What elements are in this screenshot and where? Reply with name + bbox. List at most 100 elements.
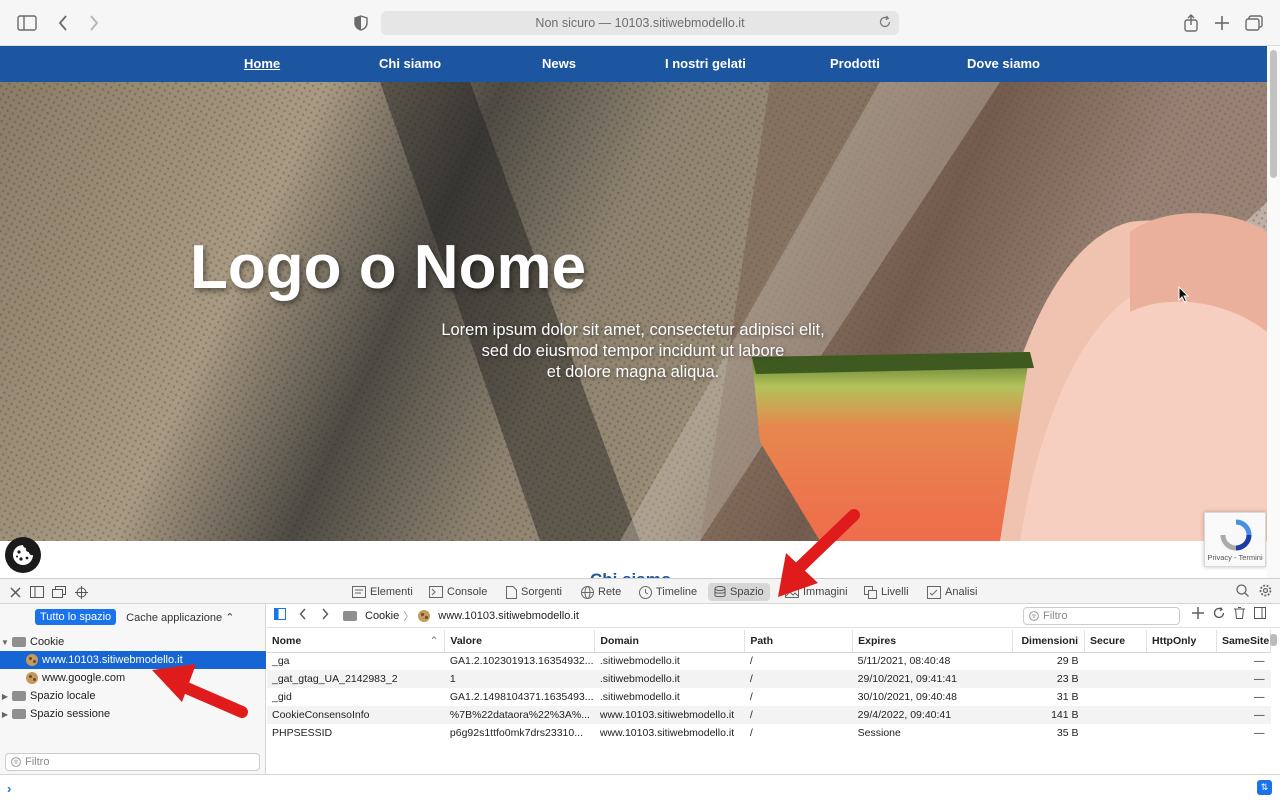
recaptcha-badge[interactable]: Privacy - Termini [1204,512,1266,567]
delete-icon[interactable] [1234,607,1245,622]
tab-rete[interactable]: Rete [575,583,627,601]
table-row[interactable]: _gid GA1.2.1498104371.1635493... .sitiwe… [267,688,1271,706]
cell-path: / [744,670,853,688]
table-row[interactable]: _gat_gtag_UA_2142983_2 1 .sitiwebmodello… [267,670,1271,688]
reload-icon[interactable] [878,15,892,32]
tab-label: Elementi [370,586,413,598]
table-row[interactable]: _ga GA1.2.102301913.16354932... .sitiweb… [267,652,1271,670]
tab-label: Sorgenti [521,586,562,598]
table-row[interactable]: CookieConsensoInfo %7B%22dataora%22%3A%.… [267,706,1271,724]
address-bar[interactable]: Non sicuro — 10103.sitiwebmodello.it [381,11,899,35]
tab-timeline[interactable]: Timeline [633,583,703,601]
all-storage-toggle[interactable]: Tutto lo spazio [35,609,117,625]
column-header-expires[interactable]: Expires [852,630,1014,653]
storage-icon [714,586,726,598]
nav-dove-siamo[interactable]: Dove siamo [967,56,1040,71]
hero-subtitle-line: Lorem ipsum dolor sit amet, consectetur … [441,321,825,339]
tab-label: Livelli [881,586,909,598]
scrollbar-thumb[interactable] [1270,50,1277,178]
cell-name: _gid [272,691,292,703]
console-prompt-bar[interactable]: › ⇅ [0,774,1280,800]
cell-expires: 30/10/2021, 09:40:48 [857,691,957,703]
nav-i-nostri-gelati[interactable]: I nostri gelati [665,56,746,71]
forward-icon[interactable] [321,608,329,623]
sidebar-filter-input[interactable]: Filtro [5,753,260,771]
column-header-path[interactable]: Path [744,630,854,653]
forward-icon[interactable] [83,12,105,34]
cell-value: 1 [444,670,595,688]
hero-subtitle: Lorem ipsum dolor sit amet, consectetur … [400,320,866,383]
add-cookie-icon[interactable] [1192,607,1204,622]
cookie-icon [26,654,38,666]
application-cache-toggle[interactable]: Cache applicazione ⌃ [126,611,234,624]
console-icon [429,586,443,598]
column-header-valore[interactable]: Valore [444,630,596,653]
nav-news[interactable]: News [542,56,576,71]
cookie-settings-button[interactable] [5,537,41,573]
cell-domain: .sitiwebmodello.it [594,670,745,688]
network-icon [581,585,594,599]
cell-httponly [1146,724,1216,742]
new-tab-icon[interactable] [1211,12,1233,34]
breadcrumb-folder[interactable]: Cookie [365,610,399,622]
settings-gear-icon[interactable] [1259,584,1272,600]
cookie-icon [13,545,33,565]
disclosure-collapsed-icon[interactable]: ▶ [0,710,10,719]
audit-icon [927,585,941,599]
table-row[interactable]: PHPSESSID p6g92s1ttfo0mk7drs23310... www… [267,724,1271,742]
cell-path: / [749,727,753,739]
cell-httponly [1146,688,1216,706]
sidebar-toggle-icon[interactable] [16,12,38,34]
toggle-sidebar-icon[interactable] [274,608,286,623]
tab-analisi[interactable]: Analisi [921,583,983,601]
tab-spazio[interactable]: Spazio [708,583,770,601]
privacy-shield-icon[interactable] [350,12,372,34]
folder-icon [12,637,26,647]
filter-placeholder: Filtro [1043,610,1068,622]
details-sidebar-icon[interactable] [1254,607,1266,622]
nav-chi-siamo[interactable]: Chi siamo [379,56,441,71]
tab-overview-icon[interactable] [1243,12,1265,34]
nav-prodotti[interactable]: Prodotti [830,56,880,71]
page-scrollbar[interactable] [1267,46,1280,578]
cell-secure [1085,688,1147,706]
column-header-nome[interactable]: Nome ⌃ [267,630,446,653]
undock-icon[interactable] [51,584,67,600]
breadcrumb-site[interactable]: www.10103.sitiwebmodello.it [438,610,579,622]
search-icon[interactable] [1236,584,1249,600]
tab-sorgenti[interactable]: Sorgenti [500,583,568,601]
website-viewport: Home Chi siamo News I nostri gelati Prod… [0,46,1267,578]
tab-console[interactable]: Console [423,583,493,601]
column-header-dimensioni[interactable]: Dimensioni [1012,630,1086,653]
tree-cookie-folder[interactable]: ▼ Cookie [0,633,266,651]
column-header-secure[interactable]: Secure [1084,630,1147,653]
share-icon[interactable] [1180,12,1202,34]
column-header-samesite[interactable]: SameSite [1216,630,1272,653]
console-prompt: › [7,781,12,796]
execution-context-icon[interactable]: ⇅ [1257,780,1272,795]
cell-secure [1084,706,1147,724]
element-picker-icon[interactable] [73,584,89,600]
cookie-icon [26,672,38,684]
column-header-httponly[interactable]: HttpOnly [1146,630,1217,653]
back-icon[interactable] [299,608,307,623]
nav-home[interactable]: Home [244,56,280,71]
folder-icon [343,610,357,621]
cookie-filter-input[interactable]: Filtro [1023,607,1180,625]
close-inspector-icon[interactable] [7,584,23,600]
dock-side-icon[interactable] [29,584,45,600]
table-scrollbar-thumb[interactable] [1270,634,1277,646]
recaptcha-label[interactable]: Privacy - Termini [1205,553,1265,562]
disclosure-expanded-icon[interactable]: ▼ [0,638,10,647]
browser-toolbar: Non sicuro — 10103.sitiwebmodello.it [0,0,1280,46]
tab-livelli[interactable]: Livelli [858,583,915,601]
back-icon[interactable] [52,12,74,34]
red-arrow-annotation [152,664,248,718]
column-header-domain[interactable]: Domain [594,630,746,653]
refresh-icon[interactable] [1213,607,1225,622]
tab-elementi[interactable]: Elementi [346,583,419,601]
cell-secure [1085,724,1147,742]
disclosure-collapsed-icon[interactable]: ▶ [0,692,10,701]
tab-label: Spazio [730,586,764,598]
cookie-table-panel: Cookie 〉 www.10103.sitiwebmodello.it Fil… [267,604,1280,774]
